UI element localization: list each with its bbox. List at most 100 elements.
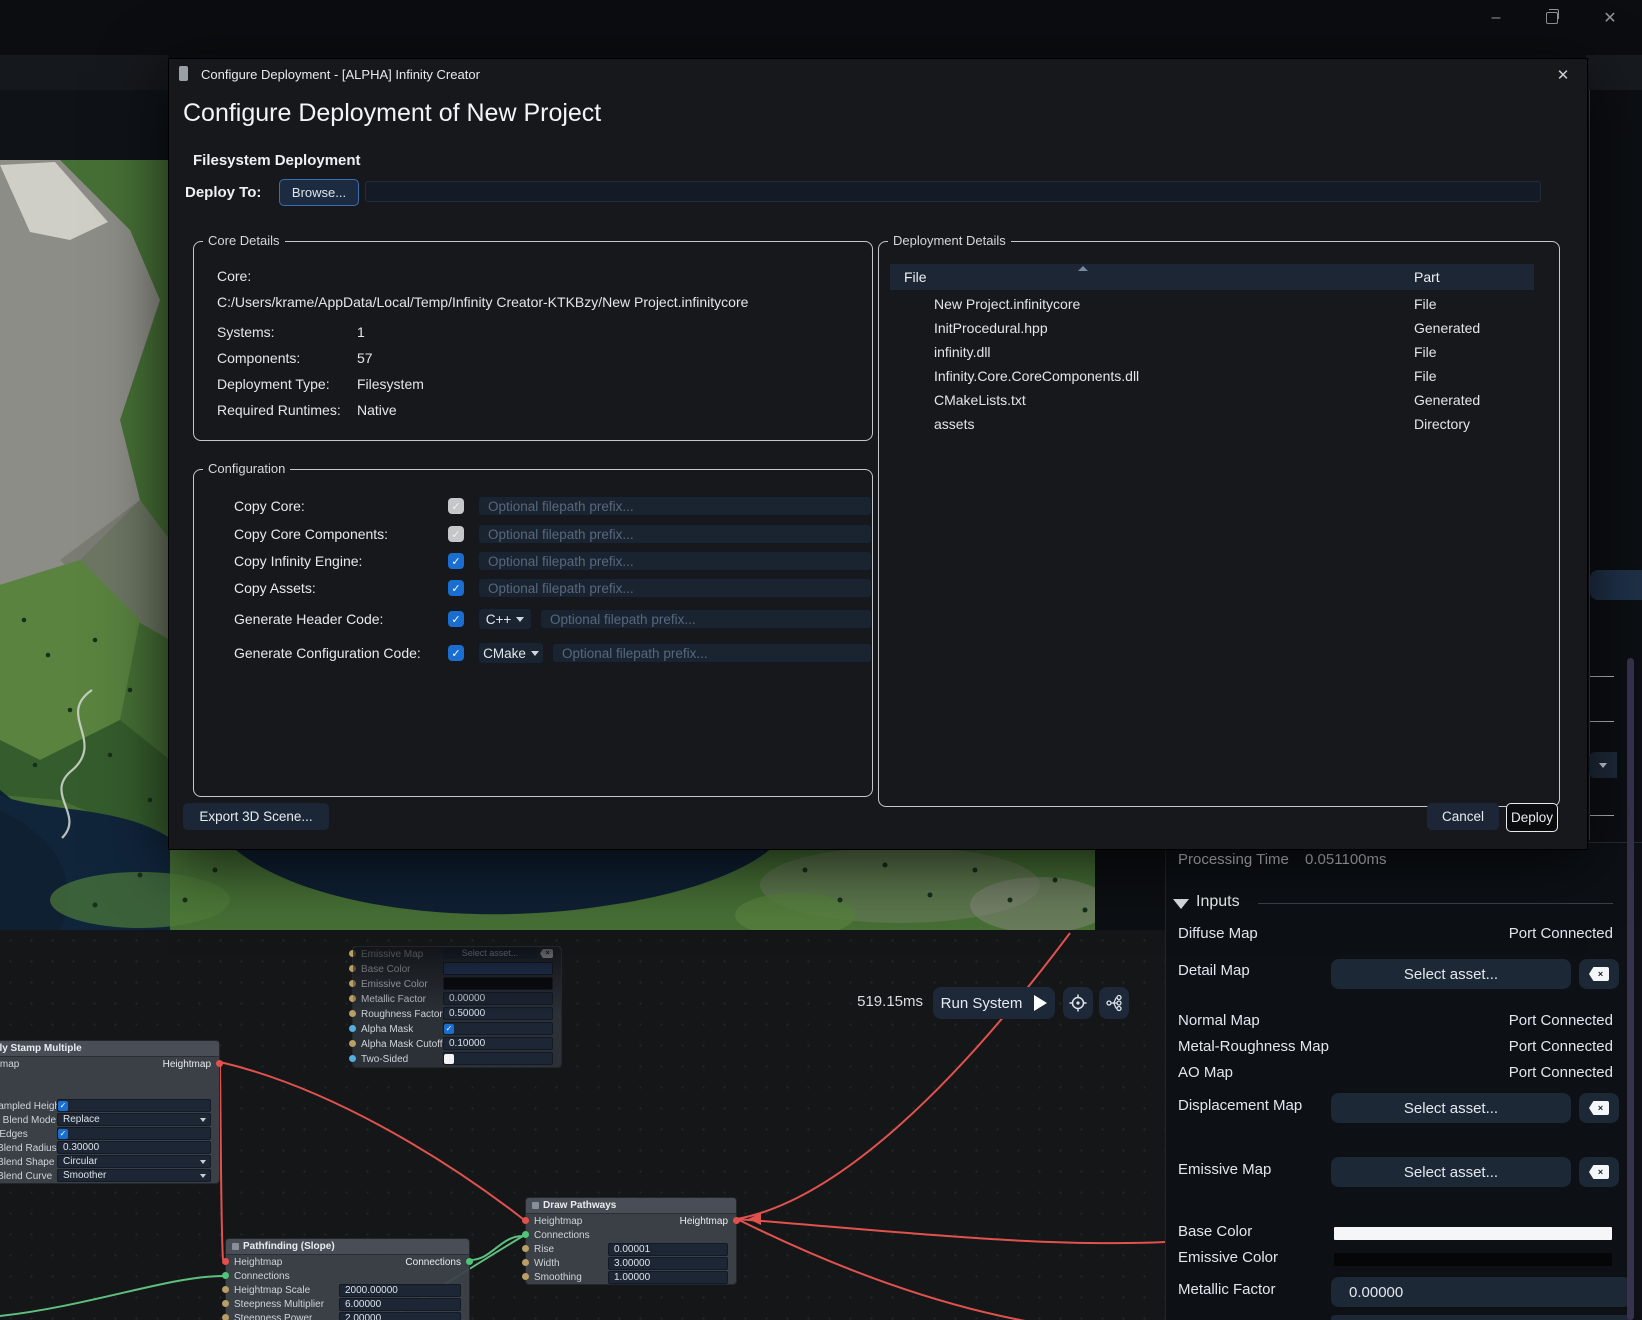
node-title-bar[interactable]: Draw Pathways <box>526 1198 736 1214</box>
emissive-color-swatch[interactable] <box>443 977 553 990</box>
base-color-swatch[interactable] <box>1334 1227 1612 1240</box>
input-port[interactable] <box>349 1055 356 1062</box>
dropdown[interactable]: Smoother <box>57 1169 211 1182</box>
connections-input-port[interactable] <box>522 1231 529 1238</box>
number-field[interactable]: 0.10000 <box>443 1037 553 1050</box>
table-row[interactable]: InitProcedural.hpp Generated <box>890 316 1534 340</box>
checkbox[interactable]: ✓ <box>58 1101 68 1111</box>
number-field[interactable]: 2000.00000 <box>339 1284 461 1297</box>
table-row[interactable]: CMakeLists.txt Generated <box>890 388 1534 412</box>
select-asset-button[interactable]: Select asset... <box>443 948 537 959</box>
input-port[interactable] <box>349 1010 356 1017</box>
focus-view-button[interactable] <box>1063 987 1093 1019</box>
table-row[interactable]: New Project.infinitycore File <box>890 292 1534 316</box>
heightmap-output-port[interactable] <box>216 1060 223 1067</box>
node-title-bar[interactable]: Pathfinding (Slope) <box>226 1239 469 1255</box>
number-field[interactable]: 3.00000 <box>608 1257 728 1270</box>
heightmap-output-port[interactable] <box>733 1217 740 1224</box>
graph-layout-button[interactable] <box>1099 987 1129 1019</box>
clear-asset-button[interactable]: × <box>1579 1093 1619 1123</box>
input-port[interactable] <box>222 1314 229 1320</box>
input-port[interactable] <box>522 1245 529 1252</box>
connections-output-port[interactable] <box>466 1258 473 1265</box>
input-port[interactable] <box>349 1025 356 1032</box>
input-port[interactable] <box>349 965 356 972</box>
copy-core-components-prefix-input[interactable] <box>478 524 872 544</box>
base-color-swatch[interactable] <box>443 962 553 975</box>
generate-configuration-prefix-input[interactable] <box>552 643 872 663</box>
deploy-button[interactable]: Deploy <box>1506 803 1558 832</box>
select-asset-button[interactable]: Select asset... <box>1331 1157 1571 1187</box>
clear-asset-button[interactable]: × <box>1579 1157 1619 1187</box>
checkbox[interactable]: ✓ <box>444 1054 454 1064</box>
node-graph-editor[interactable]: 519.15ms Run System <box>0 930 1165 1320</box>
select-asset-button[interactable]: Select asset... <box>1331 1093 1571 1123</box>
export-3d-scene-button[interactable]: Export 3D Scene... <box>183 803 329 830</box>
background-combobox-fragment[interactable] <box>1589 752 1617 778</box>
node-draw-pathways[interactable]: Draw Pathways Heightmap Heightmap Connec… <box>525 1197 737 1285</box>
copy-assets-prefix-input[interactable] <box>478 578 872 598</box>
table-row[interactable]: infinity.dll File <box>890 340 1534 364</box>
input-port[interactable] <box>349 995 356 1002</box>
number-field[interactable]: 2.00000 <box>339 1312 461 1320</box>
input-port[interactable] <box>222 1286 229 1293</box>
heightmap-input-port[interactable] <box>522 1217 529 1224</box>
dialog-close-button[interactable]: ✕ <box>1549 63 1577 87</box>
copy-core-prefix-input[interactable] <box>478 496 872 516</box>
run-system-button[interactable]: Run System <box>933 987 1055 1019</box>
input-label: AO Map <box>1178 1064 1233 1081</box>
deploy-path-input[interactable] <box>365 181 1541 202</box>
copy-infinity-engine-checkbox[interactable] <box>448 553 464 569</box>
background-button-fragment[interactable] <box>1590 570 1642 600</box>
copy-assets-checkbox[interactable] <box>448 580 464 596</box>
restore-button[interactable] <box>1538 6 1566 30</box>
node-material[interactable]: Emissive Map Select asset... × Base Colo… <box>352 946 562 1068</box>
generate-header-checkbox[interactable] <box>448 611 464 627</box>
metallic-factor-field[interactable]: 0.00000 <box>1331 1277 1631 1307</box>
header-language-dropdown[interactable]: C++ <box>478 608 532 630</box>
number-field[interactable]: 6.00000 <box>339 1298 461 1311</box>
number-field[interactable]: 1.00000 <box>608 1271 728 1284</box>
emissive-color-swatch[interactable] <box>1334 1253 1612 1266</box>
copy-core-components-checkbox[interactable] <box>448 526 464 542</box>
input-port[interactable] <box>522 1259 529 1266</box>
configuration-type-dropdown[interactable]: CMake <box>478 642 544 664</box>
node-pathfinding-slope[interactable]: Pathfinding (Slope) Heightmap Connection… <box>225 1238 470 1320</box>
number-field[interactable]: 0.30000 <box>57 1141 211 1154</box>
clear-asset-icon[interactable]: × <box>540 949 553 958</box>
browse-button[interactable]: Browse... <box>279 179 359 206</box>
generate-header-prefix-input[interactable] <box>540 609 872 629</box>
table-row[interactable]: assets Directory <box>890 412 1534 436</box>
copy-infinity-engine-prefix-input[interactable] <box>478 551 872 571</box>
dropdown[interactable]: Replace <box>57 1113 211 1126</box>
clear-asset-button[interactable]: × <box>1579 959 1619 989</box>
input-port[interactable] <box>349 980 356 987</box>
cancel-button[interactable]: Cancel <box>1427 803 1499 830</box>
minimize-button[interactable]: – <box>1482 6 1510 30</box>
connections-input-port[interactable] <box>222 1272 229 1279</box>
number-field[interactable]: 0.50000 <box>443 1007 553 1020</box>
file-column-header[interactable]: File <box>890 269 927 285</box>
input-port[interactable] <box>222 1300 229 1307</box>
input-port[interactable] <box>349 950 356 957</box>
table-header[interactable]: File Part <box>890 264 1534 290</box>
checkbox[interactable]: ✓ <box>444 1024 454 1034</box>
close-window-button[interactable]: ✕ <box>1596 6 1624 30</box>
node-apply-stamp-multiple[interactable]: Apply Stamp Multiple Heightmap Heightmap… <box>0 1040 220 1184</box>
dropdown[interactable]: Circular <box>57 1155 211 1168</box>
table-row[interactable]: Infinity.Core.CoreComponents.dll File <box>890 364 1534 388</box>
input-port[interactable] <box>349 1040 356 1047</box>
checkbox[interactable]: ✓ <box>58 1129 68 1139</box>
next-field-partial[interactable] <box>1331 1315 1631 1320</box>
inputs-collapse-toggle[interactable] <box>1173 896 1189 913</box>
heightmap-input-port[interactable] <box>222 1258 229 1265</box>
number-field[interactable]: 0.00000 <box>443 992 553 1005</box>
vertical-scrollbar[interactable] <box>1627 658 1634 1320</box>
node-title-bar[interactable]: Apply Stamp Multiple <box>0 1041 219 1057</box>
number-field[interactable]: 0.00001 <box>608 1243 728 1256</box>
generate-configuration-checkbox[interactable] <box>448 645 464 661</box>
copy-core-checkbox[interactable] <box>448 498 464 514</box>
input-port[interactable] <box>522 1273 529 1280</box>
part-column-header[interactable]: Part <box>1414 269 1440 285</box>
select-asset-button[interactable]: Select asset... <box>1331 959 1571 989</box>
